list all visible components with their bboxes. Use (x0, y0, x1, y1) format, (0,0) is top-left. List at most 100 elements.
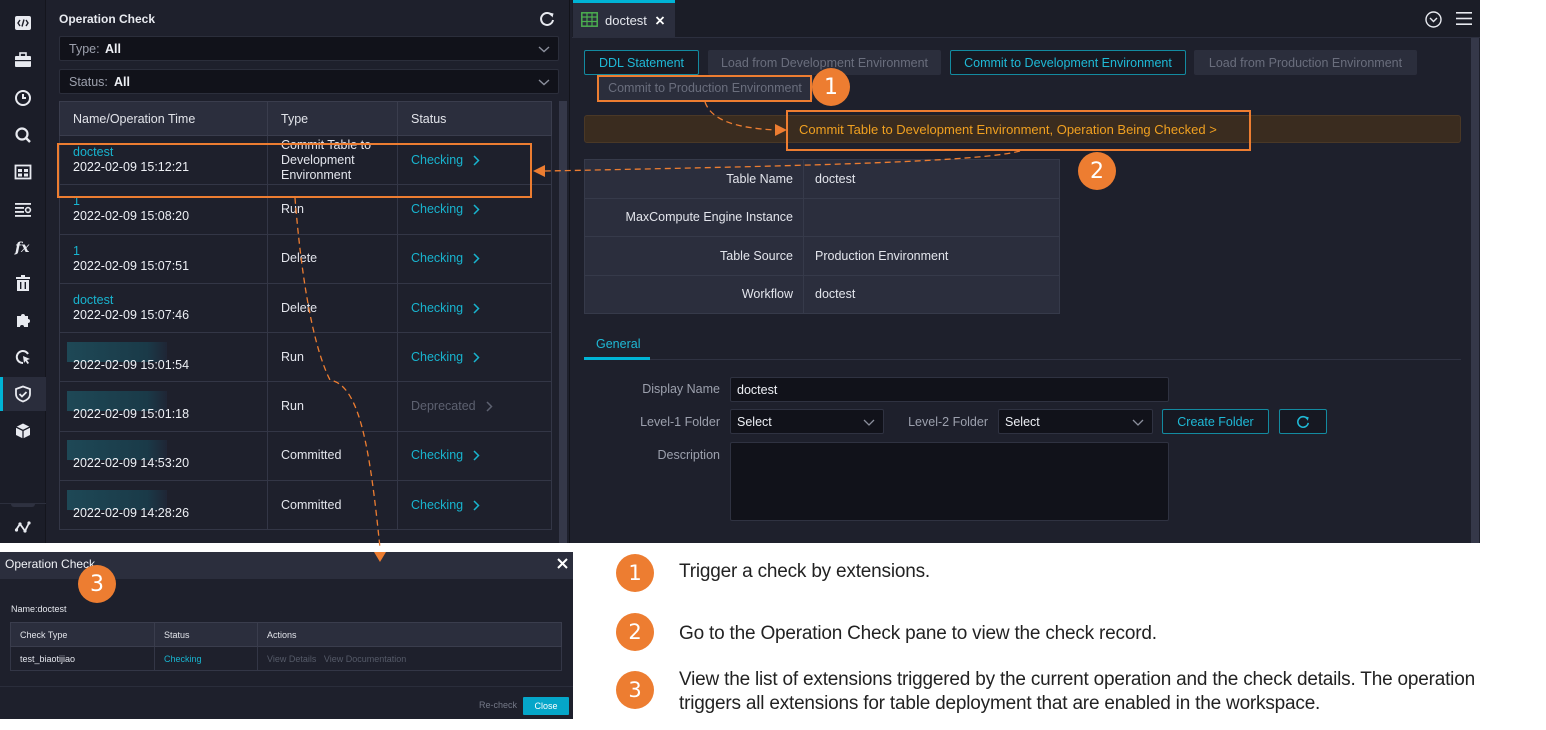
name-time-cell: 2022-02-09 14:53:20 (59, 430, 268, 482)
table-row[interactable]: 1 2022-02-09 15:07:51 Delete Checking (59, 233, 552, 284)
status-link[interactable]: Checking (411, 448, 480, 463)
name-time-cell: 2022-02-09 14:28:26 (59, 480, 268, 531)
tab-doctest[interactable]: doctest (573, 0, 675, 38)
rail-item-functions[interactable]: fx (0, 229, 46, 263)
ddl-statement-button[interactable]: DDL Statement (584, 50, 699, 75)
actions-cell: View Details View Documentation (257, 646, 562, 671)
tab-divider (584, 359, 1461, 360)
type-filter-value: All (105, 42, 121, 56)
table-row[interactable]: doctest 2022-02-09 15:07:46 Delete Checking (59, 282, 552, 334)
operation-type-cell: Run (267, 381, 398, 432)
property-value (803, 197, 1060, 237)
status-link[interactable]: Deprecated (411, 399, 493, 414)
level2-folder-select[interactable]: Select (998, 409, 1153, 434)
recheck-button[interactable]: Re-check (479, 700, 517, 710)
close-icon[interactable] (557, 558, 568, 569)
annotation-badge-3: 3 (78, 565, 116, 603)
chevron-down-icon (863, 419, 875, 426)
column-header-status: Status (154, 622, 258, 647)
rail-item-recycle[interactable] (0, 266, 46, 300)
status-link[interactable]: Checking (411, 498, 480, 513)
chevron-circle-down-icon[interactable] (1425, 11, 1442, 28)
table-row[interactable]: 2022-02-09 14:53:20 Committed Checking (59, 430, 552, 482)
create-folder-button[interactable]: Create Folder (1162, 409, 1269, 434)
column-header-name[interactable]: Name/Operation Time (59, 101, 268, 136)
operation-time: 2022-02-09 15:07:46 (73, 308, 190, 323)
status-label: Checking (411, 300, 464, 315)
property-row: Table Source Production Environment (584, 236, 1060, 276)
commit-to-dev-button[interactable]: Commit to Development Environment (950, 50, 1186, 75)
rail-resize-grip[interactable] (11, 504, 35, 507)
status-link[interactable]: Checking (411, 202, 480, 217)
list-settings-icon (15, 203, 32, 217)
rail-item-briefcase[interactable] (0, 43, 46, 77)
puzzle-icon (17, 314, 30, 327)
chevron-down-icon (538, 46, 550, 53)
trash-icon (16, 275, 30, 291)
table-properties: Table Name doctest MaxCompute Engine Insta… (584, 159, 1060, 314)
chevron-right-icon (473, 450, 480, 461)
status-filter-select[interactable]: Status: All (59, 69, 559, 94)
name-time-cell: 2022-02-09 15:01:54 (59, 332, 268, 383)
property-value: doctest (803, 274, 1060, 314)
status-label: Checking (411, 448, 464, 463)
table-row: test_biaotijiao Checking View Details Vi… (10, 646, 562, 671)
display-name-label: Display Name (642, 382, 720, 396)
view-details-link[interactable]: View Details (267, 654, 316, 664)
status-link[interactable]: Checking (411, 301, 480, 316)
table-row[interactable]: 2022-02-09 15:01:18 Run Deprecated (59, 381, 552, 432)
rail-item-code[interactable] (0, 6, 46, 40)
level2-folder-value: Select (1005, 414, 1040, 429)
legend-badge-2: 2 (616, 613, 654, 651)
description-textarea[interactable] (730, 442, 1169, 521)
property-row: MaxCompute Engine Instance (584, 197, 1060, 237)
property-key: Workflow (584, 274, 804, 314)
panel-scrollbar[interactable] (559, 101, 567, 543)
rail-item-table[interactable] (0, 155, 46, 189)
type-filter-select[interactable]: Type: All (59, 36, 559, 61)
rail-item-extensions[interactable] (0, 303, 46, 337)
status-link[interactable]: Checking (411, 251, 480, 266)
clock-icon (15, 90, 31, 106)
rail-item-search[interactable] (0, 118, 46, 152)
status-label: Checking (411, 251, 464, 266)
rail-item-graph[interactable] (0, 510, 46, 543)
search-icon (15, 127, 31, 143)
menu-icon[interactable] (1456, 11, 1472, 26)
status-filter-label: Status: (69, 75, 108, 89)
column-header-type[interactable]: Type (267, 101, 398, 136)
highlight-banner (786, 110, 1251, 151)
rail-item-locate[interactable] (0, 340, 46, 374)
object-name-link[interactable]: doctest (73, 293, 267, 308)
rail-item-history[interactable] (0, 81, 46, 115)
column-header-status[interactable]: Status (397, 101, 552, 136)
status-link[interactable]: Checking (411, 350, 480, 365)
view-documentation-link[interactable]: View Documentation (324, 654, 406, 664)
object-name-link[interactable]: 1 (73, 244, 267, 259)
operation-time: 2022-02-09 15:08:20 (73, 209, 190, 224)
rail-item-list-settings[interactable] (0, 192, 46, 226)
check-table: Check Type Status Actions test_biaotijia… (10, 622, 562, 671)
rail-item-operation-check[interactable] (0, 377, 46, 411)
legend-badge-3: 3 (616, 671, 654, 709)
close-button[interactable]: Close (523, 697, 569, 715)
highlight-first-row (57, 143, 532, 198)
column-header-check-type: Check Type (10, 622, 155, 647)
level1-folder-select[interactable]: Select (730, 409, 884, 434)
display-name-input[interactable]: doctest (730, 377, 1169, 402)
refresh-folders-button[interactable] (1279, 409, 1327, 434)
refresh-icon[interactable] (539, 11, 555, 27)
table-row[interactable]: 2022-02-09 15:01:54 Run Checking (59, 332, 552, 383)
shield-check-icon (15, 385, 31, 403)
load-from-prod-button[interactable]: Load from Production Environment (1194, 50, 1417, 75)
chevron-right-icon (486, 401, 493, 412)
refresh-icon (1297, 415, 1310, 428)
status-filter-value: All (114, 75, 130, 89)
operation-type-cell: Committed (267, 430, 398, 482)
close-icon[interactable] (655, 15, 665, 25)
editor-scrollbar[interactable] (1471, 38, 1479, 543)
tab-general[interactable]: General (596, 337, 640, 351)
table-row[interactable]: 2022-02-09 14:28:26 Committed Checking (59, 480, 552, 531)
rail-item-cube[interactable] (0, 414, 46, 448)
legend-badge-1: 1 (616, 554, 654, 592)
